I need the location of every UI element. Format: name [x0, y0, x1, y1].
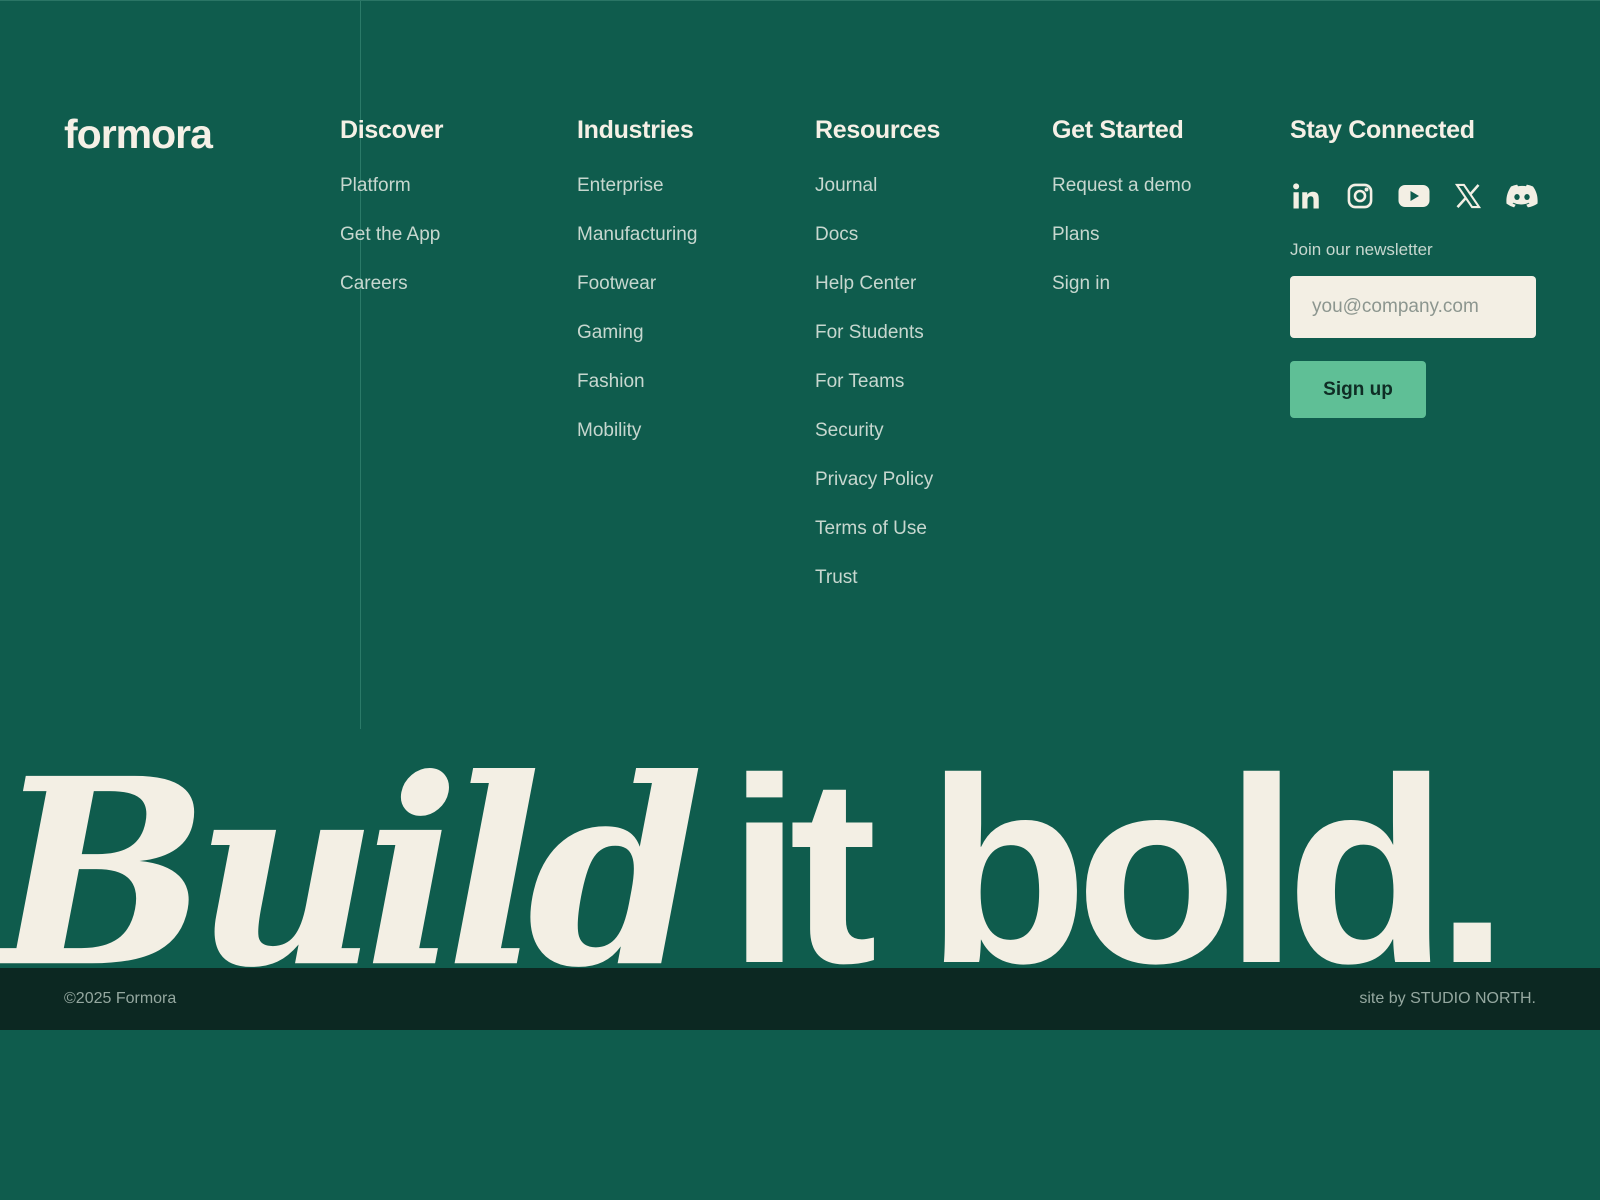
signup-button[interactable]: Sign up — [1290, 361, 1426, 418]
instagram-icon[interactable] — [1344, 180, 1376, 212]
footer-link-for-teams[interactable]: For Teams — [815, 371, 904, 392]
footer-column-industries: Industries Enterprise Manufacturing Foot… — [577, 116, 697, 469]
site-credit-link[interactable]: site by STUDIO NORTH. — [1359, 990, 1536, 1008]
site-footer: formora Discover Platform Get the App Ca… — [0, 0, 1600, 1200]
footer-link-footwear[interactable]: Footwear — [577, 273, 656, 294]
tagline-bold-words: it bold. — [727, 747, 1509, 967]
social-links — [1290, 178, 1538, 214]
tagline-italic-word: Build — [0, 747, 704, 967]
footer-link-docs[interactable]: Docs — [815, 224, 858, 245]
footer-link-terms-of-use[interactable]: Terms of Use — [815, 518, 927, 539]
footer-link-journal[interactable]: Journal — [815, 175, 877, 196]
footer-link-for-students[interactable]: For Students — [815, 322, 924, 343]
hero-tagline: Build it bold. — [0, 747, 1600, 967]
newsletter-label: Join our newsletter — [1290, 240, 1433, 259]
footer-link-platform[interactable]: Platform — [340, 175, 411, 196]
x-icon[interactable] — [1452, 180, 1484, 212]
copyright-text: ©2025 Formora — [64, 990, 177, 1007]
column-heading: Stay Connected — [1290, 116, 1475, 144]
footer-column-get-started: Get Started Request a demo Plans Sign in — [1052, 116, 1191, 322]
footer-column-stay-connected: Stay Connected Join our newsletter you@c… — [1290, 116, 1538, 418]
column-heading: Industries — [577, 116, 694, 144]
column-heading: Get Started — [1052, 116, 1184, 144]
footer-link-fashion[interactable]: Fashion — [577, 371, 645, 392]
footer-link-plans[interactable]: Plans — [1052, 224, 1100, 245]
footer-link-help-center[interactable]: Help Center — [815, 273, 916, 294]
linkedin-icon[interactable] — [1290, 180, 1322, 212]
youtube-icon[interactable] — [1398, 180, 1430, 212]
column-divider — [360, 1, 361, 729]
footer-link-trust[interactable]: Trust — [815, 567, 858, 588]
footer-column-resources: Resources Journal Docs Help Center For S… — [815, 116, 940, 616]
footer-bottom-bar: ©2025 Formora site by STUDIO NORTH. — [0, 968, 1600, 1030]
newsletter-email-input[interactable] — [1290, 276, 1536, 338]
footer-link-gaming[interactable]: Gaming — [577, 322, 644, 343]
footer-link-privacy-policy[interactable]: Privacy Policy — [815, 469, 933, 490]
footer-link-careers[interactable]: Careers — [340, 273, 408, 294]
footer-column-discover: Discover Platform Get the App Careers — [340, 116, 444, 322]
footer-link-manufacturing[interactable]: Manufacturing — [577, 224, 697, 245]
footer-link-security[interactable]: Security — [815, 420, 884, 441]
column-heading: Resources — [815, 116, 941, 144]
footer-link-request-a-demo[interactable]: Request a demo — [1052, 175, 1191, 196]
footer-link-mobility[interactable]: Mobility — [577, 420, 641, 441]
footer-link-sign-in[interactable]: Sign in — [1052, 273, 1110, 294]
footer-link-enterprise[interactable]: Enterprise — [577, 175, 664, 196]
brand-logo[interactable]: formora — [64, 111, 213, 158]
column-heading: Discover — [340, 116, 444, 144]
discord-icon[interactable] — [1506, 180, 1538, 212]
footer-link-get-the-app[interactable]: Get the App — [340, 224, 440, 245]
